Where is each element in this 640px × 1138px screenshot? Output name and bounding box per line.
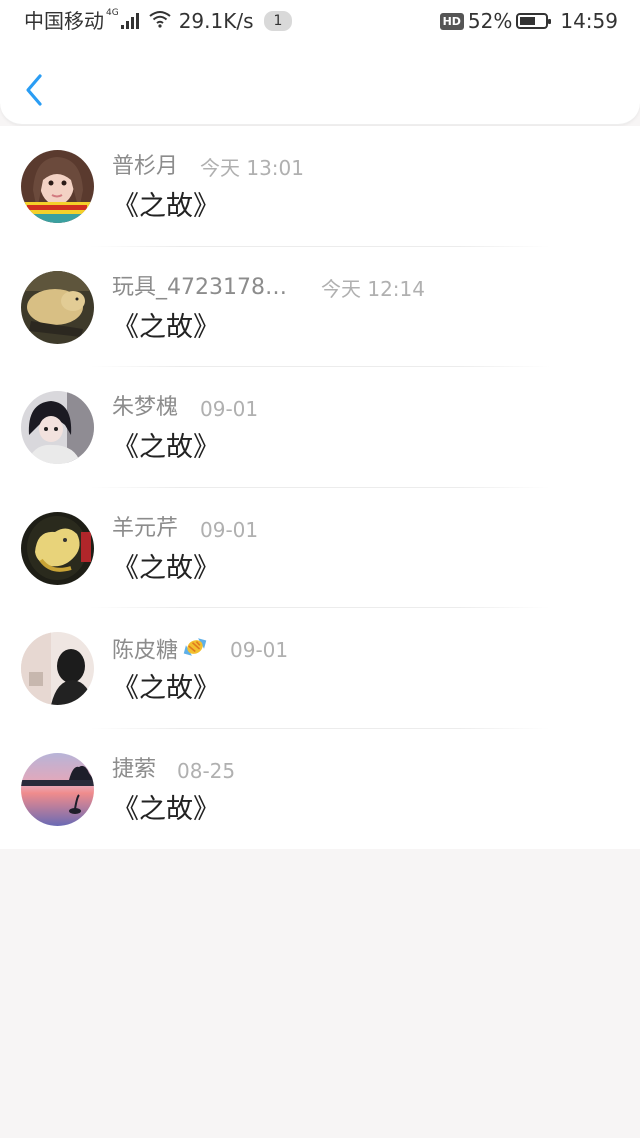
- avatar[interactable]: [21, 752, 94, 826]
- message-time: 08-25: [177, 758, 236, 783]
- network-type: 4G: [106, 8, 119, 18]
- list-item[interactable]: 普杉月 今天 13:01 《之故》: [0, 126, 640, 247]
- list-item[interactable]: 朱梦槐 09-01 《之故》: [0, 367, 640, 488]
- avatar[interactable]: [21, 632, 94, 705]
- signal-icon: [120, 13, 141, 29]
- notification-count-badge: 1: [263, 11, 293, 31]
- clock: 14:59: [560, 9, 618, 33]
- status-bar: 中国移动 4G 29.1K/s 1 HD 52% 14:59: [0, 0, 640, 44]
- battery-percent: 52%: [467, 9, 513, 33]
- sender-name: 朱梦槐: [112, 395, 179, 420]
- sender-name: 羊元芹: [112, 515, 179, 541]
- avatar[interactable]: [21, 150, 94, 223]
- list-item[interactable]: 羊元芹 09-01 《之故》: [0, 488, 640, 608]
- carrier-name: 中国移动: [24, 9, 104, 33]
- message-text: 《之故》: [112, 673, 220, 704]
- avatar[interactable]: [21, 391, 94, 464]
- sender-name: 捷萦: [112, 756, 157, 782]
- sender-name: 玩具_4723178…: [112, 274, 287, 300]
- message-time: 今天 12:14: [321, 276, 425, 301]
- message-text: 《之故》: [112, 191, 220, 222]
- sender-name: 普杉月: [112, 154, 179, 179]
- message-time: 09-01: [200, 397, 259, 421]
- message-text: 《之故》: [112, 793, 220, 825]
- message-time: 09-01: [230, 638, 289, 662]
- list-item[interactable]: 捷萦 08-25 《之故》: [0, 729, 640, 850]
- message-time: 09-01: [200, 517, 259, 542]
- list-item[interactable]: 陈皮糖 09-01 《之故》: [0, 608, 640, 729]
- battery-icon: [516, 13, 552, 29]
- message-text: 《之故》: [112, 552, 220, 584]
- avatar[interactable]: [21, 270, 94, 344]
- sender-name-text: 陈皮糖: [112, 638, 179, 664]
- message-time: 今天 13:01: [200, 156, 304, 180]
- status-left: 中国移动 4G 29.1K/s 1: [24, 8, 293, 33]
- hd-icon: HD: [439, 12, 464, 30]
- list-item[interactable]: 玩具_4723178… 今天 12:14 《之故》: [0, 247, 640, 367]
- message-text: 《之故》: [112, 311, 220, 343]
- chevron-left-icon: [26, 74, 42, 106]
- avatar[interactable]: [21, 511, 94, 585]
- network-speed: 29.1K/s: [178, 9, 254, 33]
- status-right: HD 52% 14:59: [439, 9, 618, 33]
- candy-icon: [180, 634, 210, 669]
- message-text: 《之故》: [112, 432, 220, 463]
- wifi-icon: [149, 9, 171, 33]
- message-list: 普杉月 今天 13:01 《之故》 玩具_4723178… 今天 12:14 《…: [0, 126, 640, 849]
- back-button[interactable]: [18, 70, 52, 110]
- sender-name: 陈皮糖: [112, 634, 210, 669]
- header-card: 中国移动 4G 29.1K/s 1 HD 52% 14:59: [0, 0, 640, 125]
